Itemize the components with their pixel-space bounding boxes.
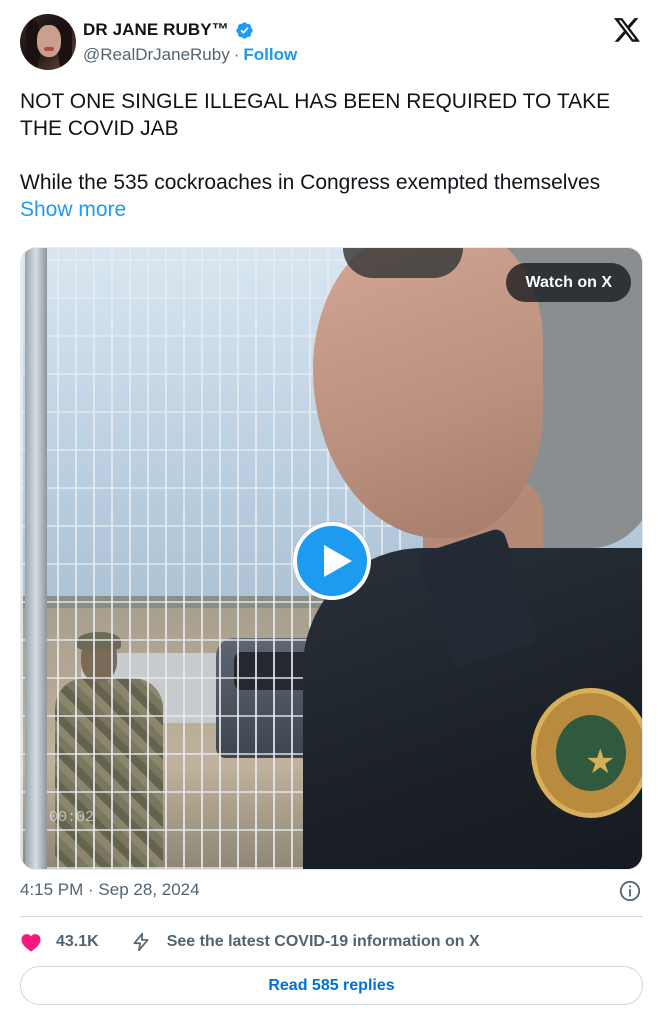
- x-logo-icon[interactable]: [614, 18, 641, 43]
- author-handle[interactable]: @RealDrJaneRuby: [83, 45, 230, 65]
- read-replies-button[interactable]: Read 585 replies: [20, 966, 643, 1005]
- like-count[interactable]: 43.1K: [56, 933, 99, 951]
- video-time: 00:02: [49, 809, 95, 826]
- divider: [20, 916, 643, 917]
- tweet-embed-card: DR JANE RUBY™ @RealDrJaneRuby · Follow N…: [0, 0, 663, 1024]
- tweet-text: NOT ONE SINGLE ILLEGAL HAS BEEN REQUIRED…: [20, 88, 645, 250]
- tweet-paragraph-1: NOT ONE SINGLE ILLEGAL HAS BEEN REQUIRED…: [20, 90, 611, 140]
- covid-info-link[interactable]: See the latest COVID-19 information on X: [167, 933, 480, 951]
- author-handle-row: @RealDrJaneRuby · Follow: [83, 45, 297, 65]
- info-icon[interactable]: [619, 880, 641, 902]
- show-more-link[interactable]: Show more: [20, 198, 126, 221]
- watch-on-x-button[interactable]: Watch on X: [506, 263, 631, 302]
- badge-patch-icon: ★: [531, 688, 642, 818]
- heart-icon[interactable]: [20, 932, 42, 952]
- separator-dot: ·: [233, 45, 240, 64]
- lightning-bolt-icon: [133, 932, 149, 952]
- video-controls-overlay: 00:02: [39, 803, 639, 833]
- follow-button[interactable]: Follow: [243, 45, 297, 65]
- tweet-paragraph-2-text: While the 535 cockroaches in Congress ex…: [20, 171, 601, 194]
- author-name-row[interactable]: DR JANE RUBY™: [83, 20, 254, 40]
- tweet-actions: 43.1K See the latest COVID-19 informatio…: [20, 929, 480, 955]
- verified-badge-icon: [236, 21, 253, 39]
- tweet-paragraph-2: While the 535 cockroaches in Congress ex…: [20, 169, 645, 223]
- video-player[interactable]: ★ 00:02 Watch on X: [20, 247, 643, 870]
- author-display-name[interactable]: DR JANE RUBY™: [83, 20, 229, 40]
- tweet-timestamp[interactable]: 4:15 PM · Sep 28, 2024: [20, 880, 200, 900]
- avatar[interactable]: [20, 14, 76, 70]
- play-icon[interactable]: [293, 522, 371, 600]
